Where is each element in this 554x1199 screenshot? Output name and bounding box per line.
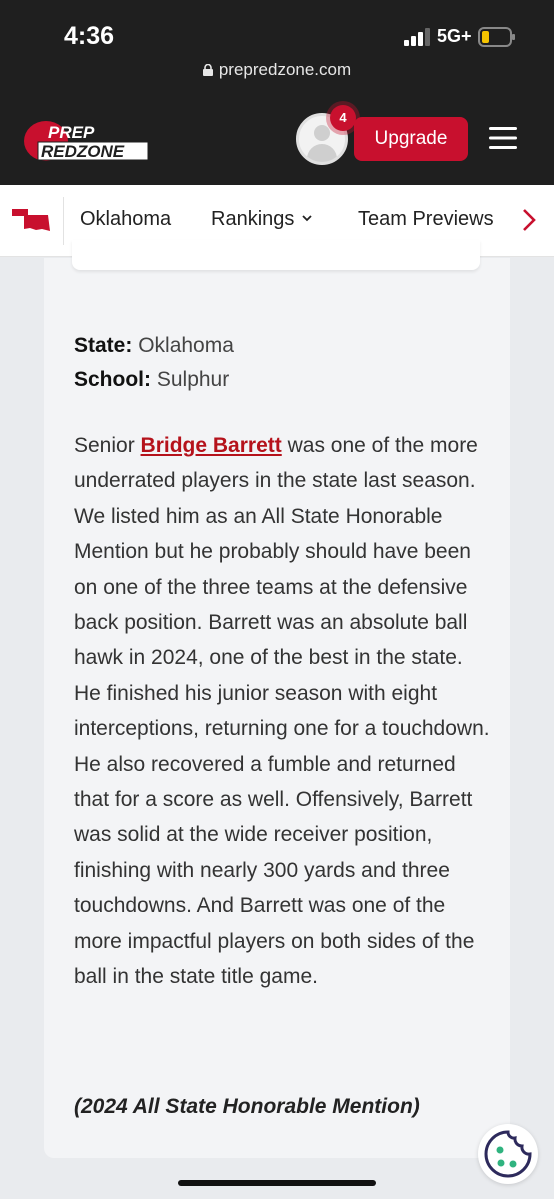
school-line: School: Sulphur	[74, 368, 229, 392]
battery-icon	[478, 27, 515, 47]
oklahoma-state-icon[interactable]	[12, 209, 50, 231]
lock-icon	[202, 64, 213, 76]
state-label: State:	[74, 334, 133, 357]
address-bar[interactable]: prepredzone.com	[0, 60, 554, 80]
logo-text-top: PREP	[48, 123, 95, 142]
state-line: State: Oklahoma	[74, 334, 234, 358]
nav-item-rankings-label: Rankings	[211, 208, 295, 230]
nav-item-team-previews[interactable]: Team Previews	[358, 208, 494, 231]
nav-item-rankings[interactable]: Rankings	[211, 208, 313, 231]
school-value: Sulphur	[156, 368, 230, 391]
embedded-card-bottom	[72, 240, 480, 270]
avatar-head	[314, 125, 330, 141]
chevron-right-icon[interactable]	[522, 208, 536, 232]
hamburger-menu-icon[interactable]	[489, 126, 517, 150]
url-text: prepredzone.com	[218, 60, 352, 79]
cookie-icon	[484, 1130, 532, 1178]
state-value: Oklahoma	[138, 334, 234, 357]
chevron-down-icon	[302, 215, 313, 222]
cookie-settings-button[interactable]	[478, 1124, 538, 1184]
avatar-body	[307, 144, 337, 162]
para-body: was one of the more underrated players i…	[74, 434, 490, 989]
nav-divider	[63, 197, 64, 245]
signal-icon	[404, 28, 430, 46]
upgrade-button[interactable]: Upgrade	[354, 117, 468, 161]
clock: 4:36	[64, 22, 115, 50]
home-indicator	[178, 1180, 376, 1186]
logo-text-bottom: REDZONE	[41, 142, 125, 161]
article-paragraph: Senior Bridge Barrett was one of the mor…	[74, 428, 494, 995]
para-prefix: Senior	[74, 434, 135, 457]
player-link[interactable]: Bridge Barrett	[141, 434, 282, 457]
nav-item-oklahoma[interactable]: Oklahoma	[80, 208, 171, 231]
school-label: School:	[74, 368, 151, 391]
notification-badge[interactable]: 4	[330, 105, 356, 131]
honor-note: (2024 All State Honorable Mention)	[74, 1095, 420, 1118]
site-header: PREP REDZONE	[0, 94, 554, 185]
network-type: 5G+	[437, 26, 472, 46]
status-bar: 4:36 5G+ prepredzone.com	[0, 0, 554, 94]
site-logo[interactable]: PREP REDZONE	[22, 116, 150, 164]
